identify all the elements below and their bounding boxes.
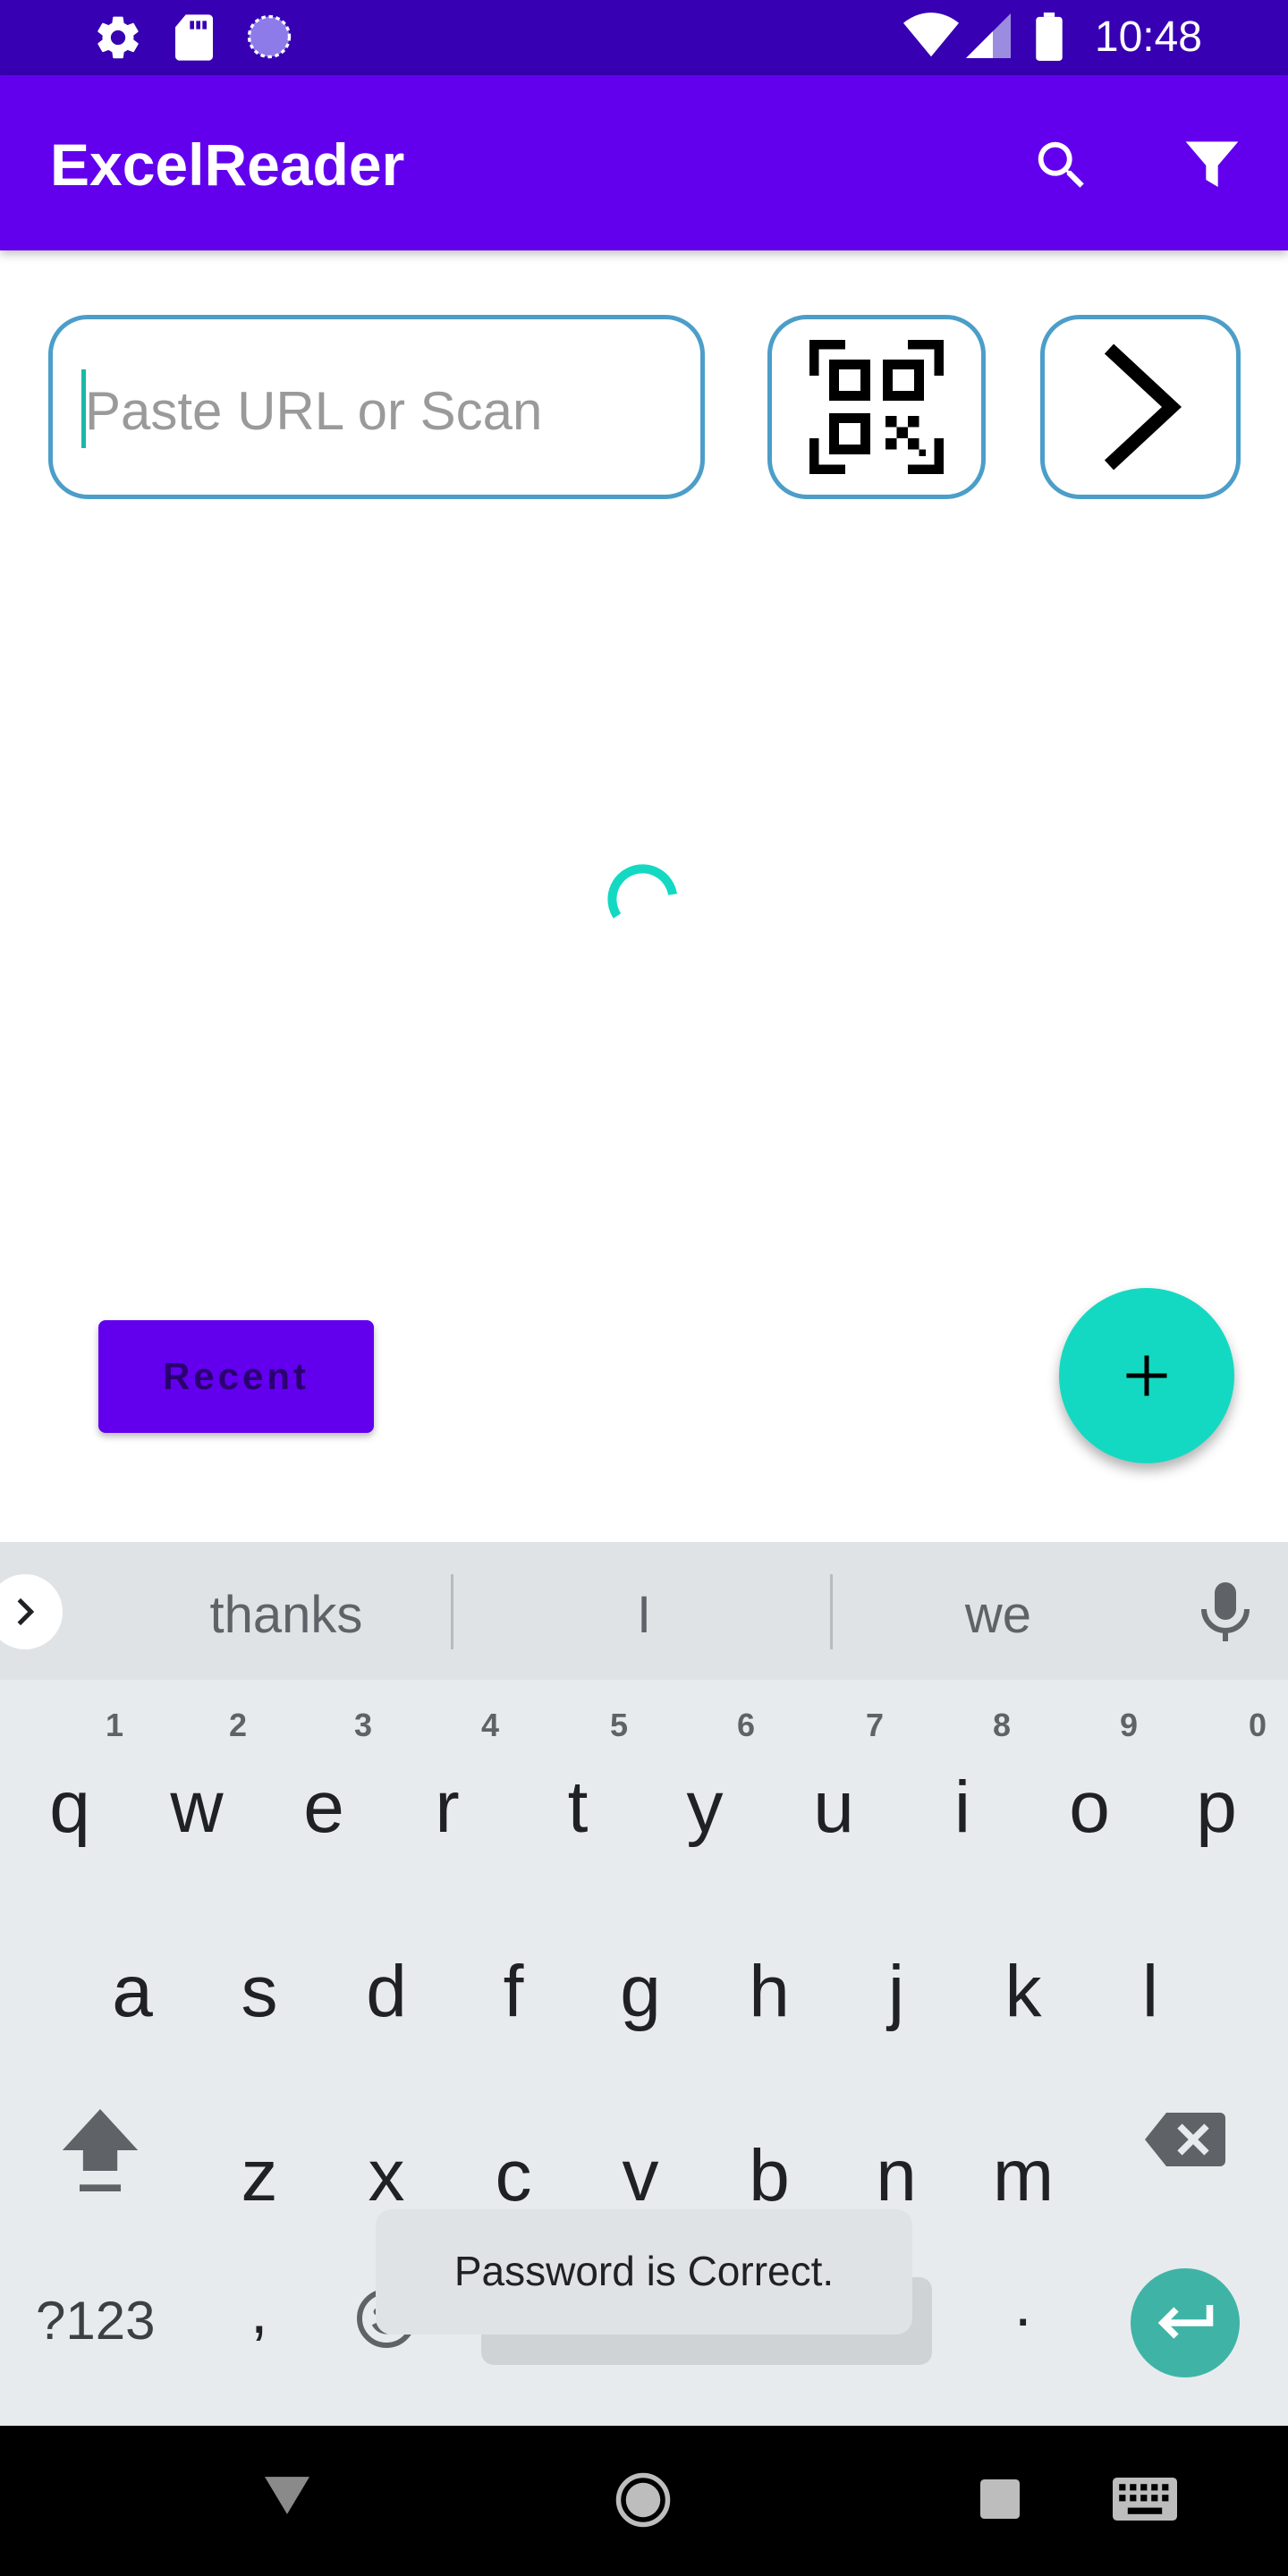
back-icon [265, 2477, 309, 2514]
key-v[interactable]: v [587, 2134, 694, 2218]
key-hint: 0 [1249, 1707, 1267, 1743]
key-hint: 8 [993, 1707, 1012, 1743]
filter-button[interactable] [1172, 125, 1252, 206]
suggestion-strip: thanks I we [0, 1542, 1288, 1680]
key-hint: 1 [106, 1707, 124, 1743]
key-h[interactable]: h [716, 1950, 823, 2034]
key-s[interactable]: s [206, 1950, 313, 2034]
battery-icon [1036, 13, 1063, 65]
backspace-key[interactable] [1145, 2111, 1225, 2173]
key-r[interactable]: r [394, 1766, 501, 1850]
key-j[interactable]: j [843, 1950, 950, 2034]
key-a[interactable]: a [79, 1950, 186, 2034]
shift-icon [62, 2109, 139, 2191]
key-g[interactable]: g [587, 1950, 694, 2034]
plus-icon [1126, 1355, 1167, 1396]
key-hint: 7 [866, 1707, 885, 1743]
chevron-right-icon [17, 1597, 35, 1626]
suggestion-item[interactable]: we [891, 1585, 1106, 1645]
key-i[interactable]: i [909, 1766, 1016, 1850]
search-button[interactable] [1021, 125, 1102, 206]
settings-icon [93, 13, 143, 67]
key-x[interactable]: x [333, 2134, 440, 2218]
key-w[interactable]: w [143, 1766, 250, 1850]
toast-text: Password is Correct. [453, 2248, 835, 2294]
key-p[interactable]: p [1163, 1766, 1270, 1850]
expand-toolbar-button[interactable] [0, 1574, 63, 1649]
key-u[interactable]: u [780, 1766, 887, 1850]
qr-code-icon [809, 340, 944, 474]
wifi-icon [903, 13, 959, 64]
back-button[interactable] [265, 2476, 309, 2520]
key-e[interactable]: e [270, 1766, 377, 1850]
key-hint: 6 [737, 1707, 756, 1743]
app-bar: ExcelReader [0, 75, 1288, 250]
key-m[interactable]: m [970, 2134, 1077, 2218]
comma-key[interactable]: , [250, 2275, 267, 2347]
app-title: ExcelReader [50, 131, 405, 198]
divider [451, 1574, 453, 1649]
navigation-bar [0, 2426, 1288, 2576]
divider [830, 1574, 833, 1649]
mic-button[interactable] [1199, 1580, 1252, 1648]
key-y[interactable]: y [651, 1766, 758, 1850]
key-d[interactable]: d [333, 1950, 440, 2034]
home-icon [615, 2472, 671, 2528]
go-button[interactable] [1040, 315, 1241, 499]
key-hint: 4 [481, 1707, 500, 1743]
search-icon [1038, 141, 1084, 188]
home-button[interactable] [614, 2470, 673, 2534]
url-input-placeholder: Paste URL or Scan [85, 381, 543, 441]
key-t[interactable]: t [524, 1766, 631, 1850]
recent-button[interactable]: Recent [98, 1320, 374, 1433]
add-fab-button[interactable] [1059, 1288, 1234, 1463]
loading-spinner [603, 855, 682, 934]
shift-key[interactable] [59, 2106, 141, 2199]
key-z[interactable]: z [206, 2134, 313, 2218]
suggestion-item[interactable]: thanks [179, 1585, 394, 1645]
url-input[interactable]: Paste URL or Scan [48, 315, 705, 499]
key-o[interactable]: o [1036, 1766, 1143, 1850]
recents-button[interactable] [980, 2479, 1020, 2523]
chevron-right-icon [1104, 343, 1182, 470]
key-c[interactable]: c [460, 2134, 567, 2218]
backspace-icon [1145, 2113, 1225, 2166]
key-f[interactable]: f [460, 1950, 567, 2034]
enter-key[interactable] [1131, 2268, 1240, 2377]
sync-icon [245, 13, 293, 65]
key-b[interactable]: b [716, 2134, 823, 2218]
period-key[interactable]: . [1014, 2268, 1031, 2340]
keyboard-icon [1113, 2478, 1177, 2521]
recents-icon [980, 2479, 1020, 2519]
mic-icon [1201, 1582, 1250, 1641]
key-hint: 3 [354, 1707, 373, 1743]
status-time: 10:48 [1094, 13, 1202, 61]
toast-message: Password is Correct. [376, 2209, 912, 2334]
key-hint: 9 [1120, 1707, 1139, 1743]
key-n[interactable]: n [843, 2134, 950, 2218]
keyboard-switch-button[interactable] [1113, 2478, 1177, 2525]
signal-icon [966, 13, 1011, 64]
enter-icon [1157, 2305, 1214, 2339]
suggestion-item[interactable]: I [537, 1585, 751, 1645]
key-hint: 5 [610, 1707, 629, 1743]
scan-qr-button[interactable] [767, 315, 986, 499]
key-hint: 2 [229, 1707, 248, 1743]
key-q[interactable]: q [16, 1766, 123, 1850]
symbols-key[interactable]: ?123 [36, 2290, 155, 2351]
key-k[interactable]: k [970, 1950, 1077, 2034]
filter-icon [1185, 141, 1239, 187]
sd-card-icon [172, 13, 216, 67]
key-l[interactable]: l [1097, 1950, 1204, 2034]
status-bar: 10:48 [0, 0, 1288, 75]
